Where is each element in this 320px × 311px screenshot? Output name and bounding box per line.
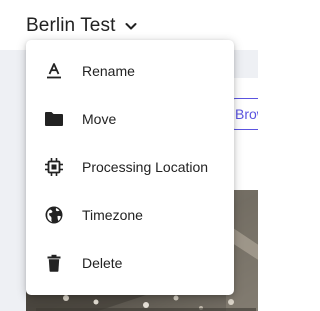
project-title-dropdown[interactable]: Berlin Test	[26, 12, 138, 40]
chevron-down-icon	[124, 19, 138, 33]
menu-item-move[interactable]: Move	[26, 95, 234, 143]
rename-icon	[44, 61, 64, 81]
folder-icon	[44, 109, 64, 129]
menu-item-rename[interactable]: Rename	[26, 47, 234, 95]
project-options-menu: Rename Move Processing Location Timezone…	[26, 40, 234, 295]
app-root: Berlin Test Brow	[0, 0, 258, 311]
menu-item-label: Processing Location	[82, 159, 209, 175]
menu-item-label: Move	[82, 111, 117, 127]
menu-item-label: Rename	[82, 63, 135, 79]
menu-item-label: Timezone	[82, 207, 143, 223]
menu-item-label: Delete	[82, 255, 123, 271]
menu-item-delete[interactable]: Delete	[26, 239, 234, 287]
chip-icon	[44, 157, 64, 177]
trash-icon	[44, 253, 64, 273]
browse-button[interactable]: Brow	[231, 98, 258, 130]
project-title: Berlin Test	[26, 15, 116, 36]
menu-item-processing-location[interactable]: Processing Location	[26, 143, 234, 191]
globe-icon	[44, 205, 64, 225]
menu-item-timezone[interactable]: Timezone	[26, 191, 234, 239]
